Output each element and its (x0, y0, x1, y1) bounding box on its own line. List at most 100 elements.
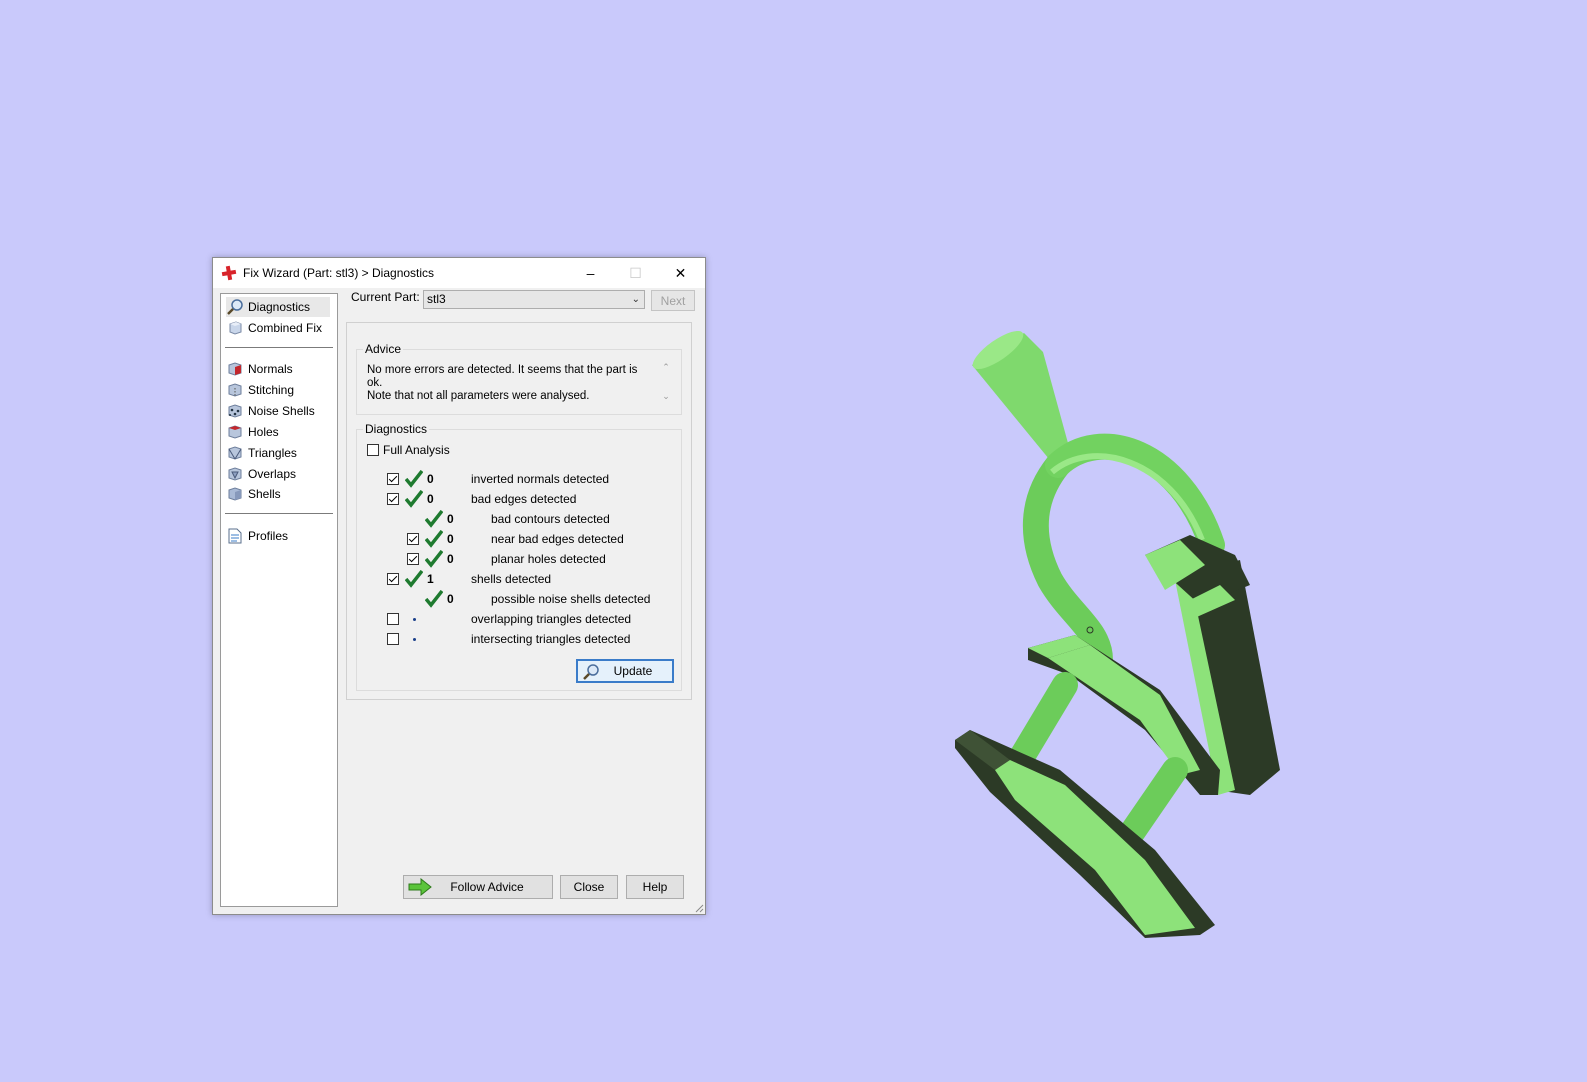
full-analysis-checkbox[interactable] (367, 444, 379, 456)
planar-holes-checkbox[interactable] (407, 553, 419, 565)
bad-contours-count: 0 (447, 512, 454, 526)
document-icon (226, 527, 244, 545)
sidebar-divider (225, 347, 333, 348)
current-part-label: Current Part: (351, 290, 420, 304)
sidebar-item-overlaps[interactable]: Overlaps (226, 464, 330, 484)
sidebar: Diagnostics Combined Fix Normals Stitchi… (220, 293, 338, 907)
update-label: Update (613, 664, 653, 678)
inverted-normals-label: inverted normals detected (471, 472, 610, 486)
current-part-value: stl3 (427, 292, 446, 306)
advice-group: Advice No more errors are detected. It s… (356, 342, 682, 415)
diagnostics-group: Diagnostics Full Analysis 0 inverted nor… (356, 422, 682, 691)
diagnostics-panel: Advice No more errors are detected. It s… (346, 322, 692, 700)
fix-wizard-window: Fix Wizard (Part: stl3) > Diagnostics – … (212, 257, 706, 915)
green-check-icon (405, 490, 423, 508)
green-check-icon (425, 530, 443, 548)
chevron-down-icon: ⌄ (631, 294, 640, 305)
shells-cube-icon (226, 485, 244, 503)
sidebar-item-stitching[interactable]: Stitching (226, 380, 330, 400)
near-bad-edges-checkbox[interactable] (407, 533, 419, 545)
inverted-normals-count: 0 (427, 472, 434, 486)
advice-line: Note that not all parameters were analys… (367, 390, 590, 402)
near-bad-edges-count: 0 (447, 532, 454, 546)
advice-text: No more errors are detected. It seems th… (367, 364, 647, 403)
diagnostics-legend: Diagnostics (363, 422, 430, 436)
next-button[interactable]: Next (651, 290, 695, 311)
pending-dot-icon (413, 618, 416, 621)
pending-dot-icon (413, 638, 416, 641)
bad-edges-checkbox[interactable] (387, 493, 399, 505)
scroll-down-icon[interactable]: ⌄ (659, 391, 673, 402)
inverted-normals-checkbox[interactable] (387, 473, 399, 485)
intersecting-triangles-label: intersecting triangles detected (471, 632, 631, 646)
green-check-icon (425, 550, 443, 568)
close-button[interactable]: Close (560, 875, 618, 899)
advice-line: No more errors are detected. It seems th… (367, 364, 638, 389)
sidebar-item-triangles[interactable]: Triangles (226, 443, 330, 463)
sidebar-item-label: Combined Fix (248, 321, 323, 335)
sidebar-item-normals[interactable]: Normals (226, 359, 330, 379)
sidebar-item-label: Stitching (248, 383, 295, 397)
3d-part-model[interactable] (950, 330, 1290, 950)
maximize-button[interactable]: ☐ (613, 258, 658, 288)
cube-icon (226, 319, 244, 337)
bad-edges-count: 0 (427, 492, 434, 506)
sidebar-item-diagnostics[interactable]: Diagnostics (226, 297, 330, 317)
sidebar-item-label: Holes (248, 425, 279, 439)
resize-grip-icon[interactable] (694, 903, 704, 913)
current-part-select[interactable]: stl3 ⌄ (423, 290, 645, 309)
window-title: Fix Wizard (Part: stl3) > Diagnostics (243, 266, 435, 280)
green-arrow-icon (408, 878, 432, 896)
triangles-cube-icon (226, 444, 244, 462)
sidebar-item-holes[interactable]: Holes (226, 422, 330, 442)
minimize-button[interactable]: – (568, 258, 613, 288)
sidebar-item-label: Shells (248, 487, 281, 501)
advice-scrollbar[interactable]: ⌃ ⌄ (659, 362, 673, 408)
green-check-icon (425, 590, 443, 608)
planar-holes-count: 0 (447, 552, 454, 566)
green-check-icon (405, 470, 423, 488)
sidebar-item-noise-shells[interactable]: Noise Shells (226, 401, 330, 421)
advice-legend: Advice (363, 342, 404, 356)
sidebar-item-combined-fix[interactable]: Combined Fix (226, 318, 330, 338)
noise-shells-count: 0 (447, 592, 454, 606)
green-check-icon (405, 570, 423, 588)
follow-advice-label: Follow Advice (450, 880, 524, 894)
close-window-button[interactable]: ✕ (658, 258, 703, 288)
sidebar-item-label: Overlaps (248, 467, 297, 481)
noise-shells-icon (226, 402, 244, 420)
scroll-up-icon[interactable]: ⌃ (659, 362, 673, 373)
full-analysis-label: Full Analysis (383, 443, 450, 457)
sidebar-item-shells[interactable]: Shells (226, 484, 330, 504)
bad-edges-label: bad edges detected (471, 492, 577, 506)
noise-shells-label: possible noise shells detected (491, 592, 651, 606)
sidebar-item-label: Noise Shells (248, 404, 315, 418)
title-bar: Fix Wizard (Part: stl3) > Diagnostics – … (213, 258, 705, 288)
shells-count: 1 (427, 572, 434, 586)
sidebar-divider (225, 513, 333, 514)
intersecting-triangles-checkbox[interactable] (387, 633, 399, 645)
near-bad-edges-label: near bad edges detected (491, 532, 624, 546)
red-cross-icon (221, 265, 237, 281)
help-button[interactable]: Help (626, 875, 684, 899)
shells-checkbox[interactable] (387, 573, 399, 585)
sidebar-item-profiles[interactable]: Profiles (226, 526, 330, 546)
sidebar-item-label: Triangles (248, 446, 297, 460)
bad-contours-label: bad contours detected (491, 512, 610, 526)
sidebar-item-label: Diagnostics (248, 300, 311, 314)
stitching-cube-icon (226, 381, 244, 399)
planar-holes-label: planar holes detected (491, 552, 606, 566)
magnifier-icon (226, 298, 244, 316)
shells-label: shells detected (471, 572, 552, 586)
sidebar-item-label: Profiles (248, 529, 289, 543)
follow-advice-button[interactable]: Follow Advice (403, 875, 553, 899)
update-button[interactable]: Update (576, 659, 674, 683)
green-check-icon (425, 510, 443, 528)
holes-cube-icon (226, 423, 244, 441)
overlapping-triangles-label: overlapping triangles detected (471, 612, 632, 626)
magnifier-icon (583, 664, 599, 680)
sidebar-item-label: Normals (248, 362, 293, 376)
overlapping-triangles-checkbox[interactable] (387, 613, 399, 625)
normals-cube-icon (226, 360, 244, 378)
overlaps-cube-icon (226, 465, 244, 483)
